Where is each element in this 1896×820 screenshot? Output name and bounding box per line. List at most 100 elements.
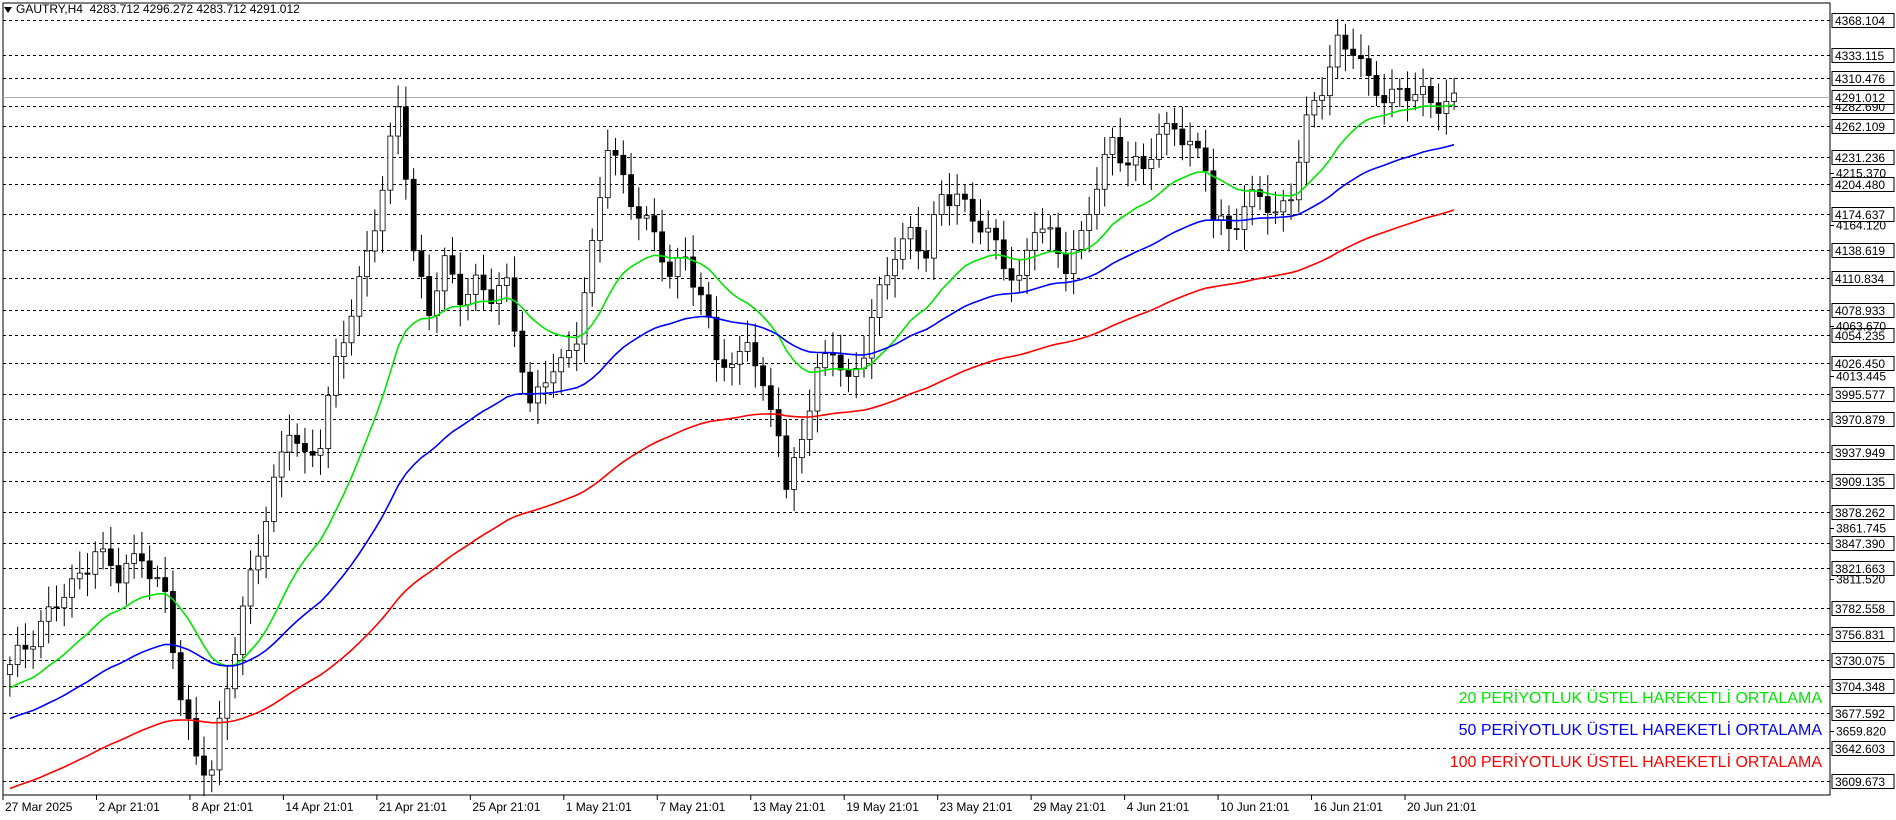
candle-body bbox=[1319, 95, 1326, 101]
ema50-line bbox=[9, 143, 1455, 720]
candle-body bbox=[1427, 85, 1434, 104]
candle-body bbox=[651, 215, 658, 233]
candle-body bbox=[985, 227, 992, 233]
candle-body bbox=[61, 596, 68, 609]
candle-body bbox=[356, 276, 363, 317]
price-label: 4078.933 bbox=[1835, 304, 1885, 318]
candle-body bbox=[1280, 200, 1287, 213]
price-label: 3704.348 bbox=[1835, 680, 1885, 694]
candle-body bbox=[837, 354, 844, 371]
candle-body bbox=[713, 316, 720, 361]
candle-body bbox=[1078, 230, 1085, 250]
candle-body bbox=[643, 215, 650, 219]
candle-body bbox=[822, 353, 829, 369]
candle-body bbox=[201, 755, 207, 776]
candle-body bbox=[1443, 100, 1450, 114]
candle-body bbox=[798, 439, 805, 459]
x-tick-label: 20 Jun 21:01 bbox=[1407, 800, 1477, 814]
collapse-triangle-icon[interactable] bbox=[4, 6, 12, 13]
candle-body bbox=[705, 294, 712, 318]
candle-body bbox=[1358, 55, 1364, 60]
candle-body bbox=[791, 457, 798, 490]
candle-body bbox=[1179, 128, 1186, 146]
candle-body bbox=[519, 330, 526, 373]
candle-body bbox=[14, 644, 21, 665]
legend-ema100: 100 PERİYOTLUK ÜSTEL HAREKETLİ ORTALAMA bbox=[1449, 754, 1822, 771]
chart-header: GAUTRY,H4 4283.712 4296.272 4283.712 429… bbox=[4, 2, 300, 16]
price-label: 3995.577 bbox=[1835, 388, 1885, 402]
candle-body bbox=[410, 178, 417, 252]
candle-body bbox=[1311, 99, 1318, 116]
candle-body bbox=[115, 565, 122, 584]
candle-body bbox=[371, 230, 378, 252]
candle-body bbox=[1163, 123, 1170, 135]
candle-body bbox=[969, 198, 976, 222]
candle-body bbox=[100, 548, 106, 553]
candle-body bbox=[604, 150, 611, 199]
current-price-label: 4291.012 bbox=[1835, 91, 1885, 105]
candle-body bbox=[418, 250, 425, 277]
candle-body bbox=[666, 261, 673, 277]
candle-body bbox=[993, 227, 999, 241]
candle-body bbox=[239, 605, 246, 655]
candle-body bbox=[364, 250, 370, 278]
price-label: 3642.603 bbox=[1835, 742, 1885, 756]
candle-body bbox=[938, 194, 945, 215]
candle-body bbox=[69, 578, 75, 598]
x-tick-label: 2 Apr 21:01 bbox=[98, 800, 160, 814]
candle-body bbox=[255, 555, 262, 571]
candle-body bbox=[729, 363, 735, 368]
price-label: 4138.619 bbox=[1835, 244, 1885, 258]
price-label: 3677.592 bbox=[1835, 707, 1885, 721]
price-label: 4368.104 bbox=[1835, 14, 1885, 28]
candle-body bbox=[767, 385, 774, 410]
candle-body bbox=[884, 275, 891, 286]
candle-body bbox=[628, 174, 634, 208]
candle-body bbox=[503, 277, 510, 287]
x-tick-label: 8 Apr 21:01 bbox=[192, 800, 254, 814]
candle-body bbox=[138, 553, 145, 562]
candle-body bbox=[542, 382, 549, 388]
candle-body bbox=[806, 410, 813, 440]
candle-body bbox=[1117, 136, 1124, 164]
candle-body bbox=[923, 250, 930, 259]
candle-body bbox=[123, 562, 130, 584]
candle-body bbox=[387, 135, 394, 191]
candle-body bbox=[309, 451, 316, 456]
candle-body bbox=[674, 257, 681, 277]
candle-body bbox=[317, 448, 324, 456]
candle-body bbox=[907, 226, 914, 240]
candle-body bbox=[721, 359, 728, 368]
candle-body bbox=[1140, 155, 1147, 170]
candle-body bbox=[1241, 206, 1248, 230]
candle-body bbox=[573, 343, 580, 351]
candle-body bbox=[472, 274, 479, 295]
candle-body bbox=[1396, 87, 1403, 90]
candle-body bbox=[379, 189, 386, 232]
candle-body bbox=[527, 371, 534, 404]
candle-body bbox=[1187, 140, 1194, 146]
candle-body bbox=[1031, 232, 1038, 251]
candle-body bbox=[1016, 275, 1023, 281]
candle-body bbox=[131, 553, 138, 564]
candle-body bbox=[92, 551, 99, 575]
candle-body bbox=[441, 255, 448, 292]
candle-body bbox=[278, 451, 285, 478]
candle-body bbox=[1272, 211, 1279, 214]
candle-body bbox=[22, 644, 29, 650]
candle-body bbox=[208, 769, 215, 776]
candle-body bbox=[1350, 48, 1357, 56]
candle-body bbox=[286, 434, 293, 453]
candle-body bbox=[1326, 66, 1333, 97]
plot-frame bbox=[2, 2, 1831, 796]
candle-body bbox=[814, 367, 821, 412]
candle-body bbox=[1132, 155, 1139, 166]
x-tick-label: 4 Jun 21:01 bbox=[1127, 800, 1190, 814]
candle-body bbox=[876, 284, 883, 318]
candle-body bbox=[1194, 140, 1201, 149]
candle-body bbox=[449, 255, 456, 275]
candle-body bbox=[1303, 114, 1310, 163]
candle-body bbox=[30, 646, 37, 650]
candle-body bbox=[1233, 228, 1240, 231]
price-label: 4262.109 bbox=[1835, 120, 1885, 134]
